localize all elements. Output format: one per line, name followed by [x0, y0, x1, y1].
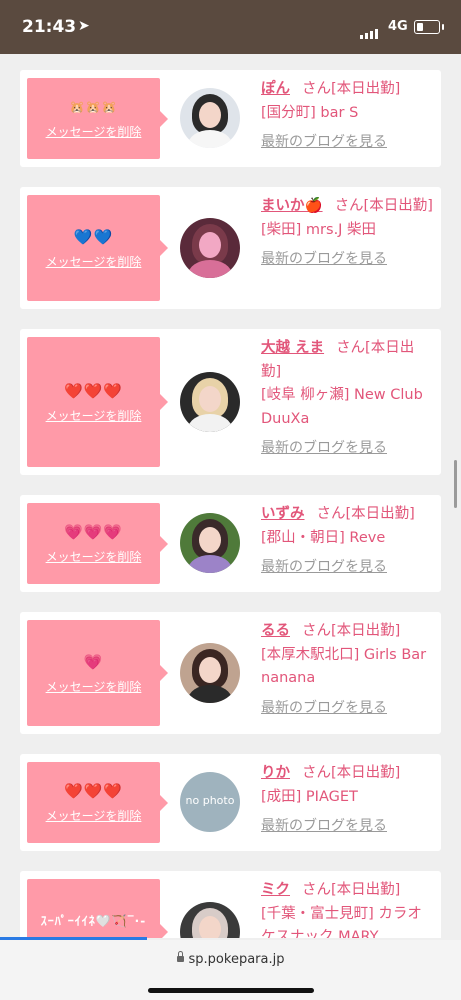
message-bubble: ｽｰﾊﾟｰｲｲﾈ🤍🏹‾·- メッセージを削除: [27, 879, 168, 938]
shop-name: [郡山・朝日] Reve: [261, 529, 386, 546]
list-item: ❤️❤️❤️ メッセージを削除 大越 えま さん[本日出勤] [岐阜 柳ヶ瀬] N…: [20, 329, 441, 475]
status-bar: 21:43 ➤ 4G: [0, 0, 461, 54]
latest-blog-link[interactable]: 最新のブログを見る: [261, 134, 387, 150]
cast-name-link[interactable]: ぽん: [261, 81, 290, 97]
signal-icon: [360, 20, 380, 39]
message-emoji: 💗: [83, 652, 104, 671]
avatar[interactable]: [180, 218, 240, 278]
message-emoji: 💗💗💗: [63, 523, 124, 541]
message-bubble: 🐹🐹🐹 メッセージを削除: [27, 78, 168, 159]
latest-blog-link[interactable]: 最新のブログを見る: [261, 251, 387, 267]
no-photo-label: no photo: [185, 794, 235, 807]
cast-name-link[interactable]: るる: [261, 623, 290, 639]
list-item: 💗💗💗 メッセージを削除 いずみ さん[本日出勤] [郡山・朝日] Reve 最新…: [20, 495, 441, 592]
message-list[interactable]: 🐹🐹🐹 メッセージを削除 ぽん さん[本日出勤] [国分町] bar S 最新のブ…: [0, 54, 461, 938]
cast-status: さん[本日出勤]: [302, 765, 401, 781]
cast-status: さん[本日出勤]: [302, 81, 401, 97]
latest-blog-link[interactable]: 最新のブログを見る: [261, 818, 387, 834]
cast-status: さん[本日出勤]: [334, 198, 433, 214]
shop-name: [千葉・富士見町] カラオケスナック MARY: [261, 905, 422, 939]
entry-info: いずみ さん[本日出勤] [郡山・朝日] Reve 最新のブログを見る: [261, 503, 433, 580]
url-text[interactable]: sp.pokepara.jp: [189, 952, 285, 967]
cast-status: さん[本日出勤]: [302, 882, 401, 898]
delete-message-link[interactable]: メッセージを削除: [46, 678, 142, 695]
message-bubble: 💙💙 メッセージを削除: [27, 195, 168, 301]
avatar[interactable]: no photo: [180, 772, 240, 832]
avatar[interactable]: [180, 372, 240, 432]
delete-message-link[interactable]: メッセージを削除: [46, 548, 142, 565]
avatar[interactable]: [180, 513, 240, 573]
shop-name: [柴田] mrs.J 柴田: [261, 221, 377, 238]
cast-name-link[interactable]: いずみ: [261, 506, 305, 522]
delete-message-link[interactable]: メッセージを削除: [46, 123, 142, 140]
cast-name-link[interactable]: りか: [261, 765, 290, 781]
avatar[interactable]: [180, 902, 240, 938]
battery-icon: [414, 20, 444, 34]
scrollbar[interactable]: [454, 460, 457, 508]
entry-info: まいか🍎 さん[本日出勤] [柴田] mrs.J 柴田 最新のブログを見る: [261, 195, 433, 272]
delete-message-link[interactable]: メッセージを削除: [46, 253, 142, 270]
avatar[interactable]: [180, 643, 240, 703]
latest-blog-link[interactable]: 最新のブログを見る: [261, 440, 387, 456]
latest-blog-link[interactable]: 最新のブログを見る: [261, 559, 387, 575]
message-emoji: 💙💙: [73, 227, 114, 246]
browser-address-bar[interactable]: sp.pokepara.jp: [0, 940, 461, 1000]
message-emoji: ❤️❤️❤️: [63, 381, 124, 400]
shop-name: [成田] PIAGET: [261, 788, 358, 805]
cast-name-link[interactable]: 大越 えま: [261, 340, 324, 356]
list-item: ❤️❤️❤️ メッセージを削除 no photo りか さん[本日出勤] [成田]…: [20, 754, 441, 851]
list-item: 💗 メッセージを削除 るる さん[本日出勤] [本厚木駅北口] Girls Bar…: [20, 612, 441, 734]
avatar[interactable]: [180, 88, 240, 148]
message-bubble: 💗 メッセージを削除: [27, 620, 168, 726]
network-label: 4G: [388, 19, 408, 34]
shop-name: [本厚木駅北口] Girls Bar nanana: [261, 646, 427, 687]
entry-info: ぽん さん[本日出勤] [国分町] bar S 最新のブログを見る: [261, 78, 433, 155]
list-item: 💙💙 メッセージを削除 まいか🍎 さん[本日出勤] [柴田] mrs.J 柴田 最…: [20, 187, 441, 309]
entry-info: 大越 えま さん[本日出勤] [岐阜 柳ヶ瀬] New Club DuuXa 最新…: [261, 337, 433, 461]
lock-icon: [176, 951, 184, 962]
list-item: ｽｰﾊﾟｰｲｲﾈ🤍🏹‾·- メッセージを削除 ミクさん[本日出勤] [千葉・富士…: [20, 871, 441, 938]
message-bubble: ❤️❤️❤️ メッセージを削除: [27, 337, 168, 467]
cast-status: さん[本日出勤]: [302, 623, 401, 639]
location-icon: ➤: [78, 18, 90, 34]
message-bubble: ❤️❤️❤️ メッセージを削除: [27, 762, 168, 843]
message-emoji: 🐹🐹🐹: [69, 100, 118, 114]
entry-info: るる さん[本日出勤] [本厚木駅北口] Girls Bar nanana 最新の…: [261, 620, 433, 720]
delete-message-link[interactable]: メッセージを削除: [46, 807, 142, 824]
home-indicator[interactable]: [148, 988, 314, 993]
cast-name-link[interactable]: まいか🍎: [261, 198, 323, 214]
delete-message-link[interactable]: メッセージを削除: [46, 407, 142, 424]
list-item: 🐹🐹🐹 メッセージを削除 ぽん さん[本日出勤] [国分町] bar S 最新のブ…: [20, 70, 441, 167]
shop-name: [国分町] bar S: [261, 104, 359, 121]
status-time: 21:43: [22, 17, 77, 37]
shop-name: [岐阜 柳ヶ瀬] New Club DuuXa: [261, 387, 423, 427]
entry-info: ミク さん[本日出勤] [千葉・富士見町] カラオケスナック MARY: [261, 879, 433, 938]
cast-status: さん[本日出勤]: [316, 506, 415, 522]
message-emoji: ｽｰﾊﾟｰｲｲﾈ🤍🏹‾·-: [40, 913, 147, 928]
latest-blog-link[interactable]: 最新のブログを見る: [261, 700, 387, 716]
cast-name-link[interactable]: ミク: [261, 882, 290, 898]
entry-info: りか さん[本日出勤] [成田] PIAGET 最新のブログを見る: [261, 762, 433, 839]
message-emoji: ❤️❤️❤️: [63, 782, 124, 800]
message-bubble: 💗💗💗 メッセージを削除: [27, 503, 168, 584]
